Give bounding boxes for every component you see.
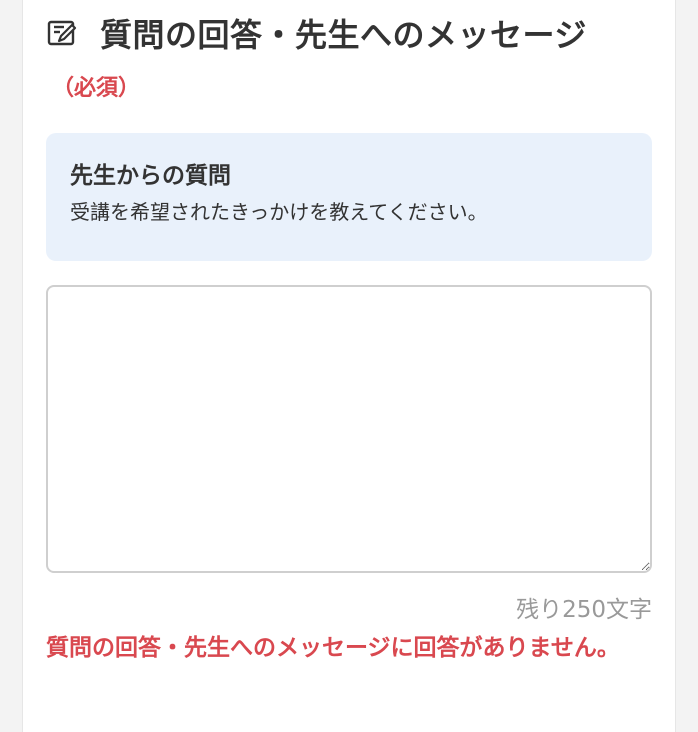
section-header: 質問の回答・先生へのメッセージ <box>46 10 587 56</box>
section-title: 質問の回答・先生へのメッセージ <box>100 16 587 54</box>
question-text: 受講を希望されたきっかけを教えてください。 <box>70 200 488 224</box>
question-heading: 先生からの質問 <box>70 163 231 189</box>
remaining-characters: 残り250文字 <box>516 597 652 623</box>
error-message: 質問の回答・先生へのメッセージに回答がありません。 <box>46 635 620 661</box>
required-label: （必須） <box>52 76 141 101</box>
edit-message-icon <box>46 17 78 49</box>
teacher-question-box: 先生からの質問 受講を希望されたきっかけを教えてください。 <box>46 133 652 261</box>
answer-textarea[interactable] <box>46 285 652 573</box>
